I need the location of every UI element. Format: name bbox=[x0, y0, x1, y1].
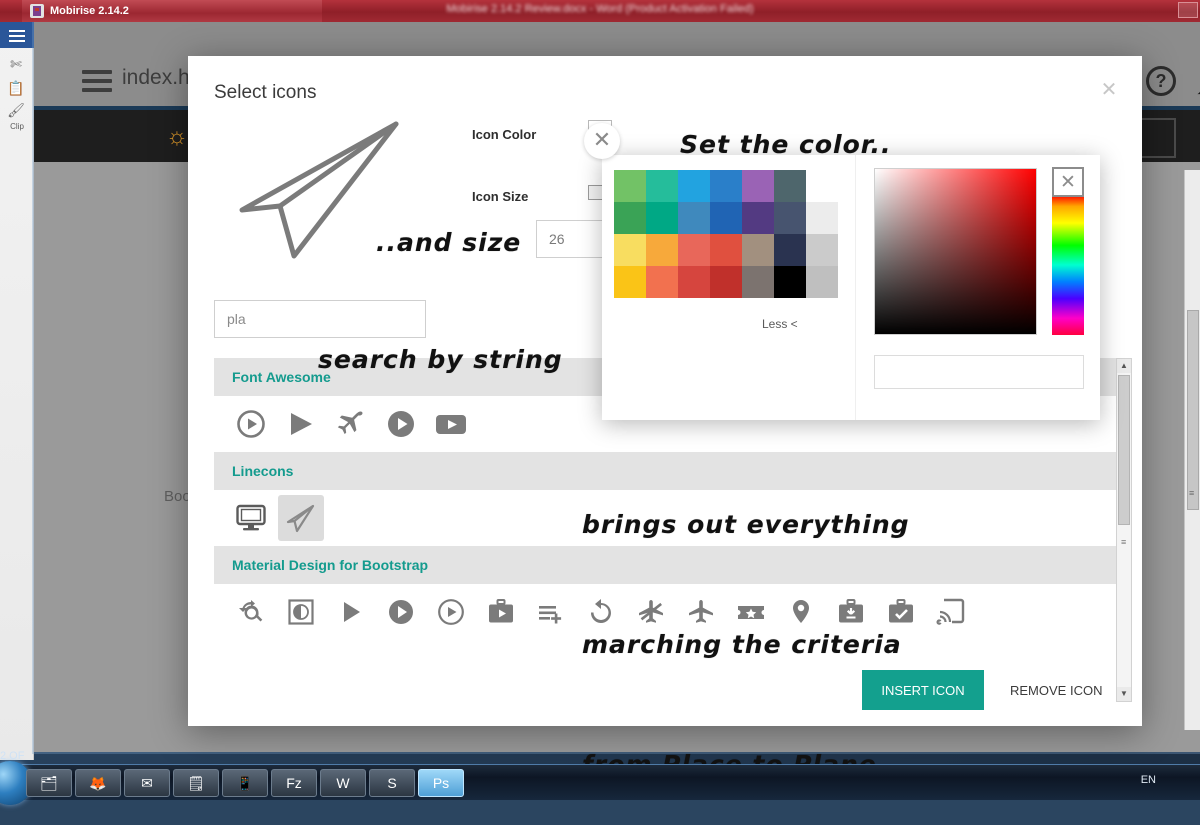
thunderbird-icon[interactable]: ✉ bbox=[124, 769, 170, 797]
palette-swatch-15[interactable] bbox=[646, 234, 678, 266]
play-icon[interactable] bbox=[278, 401, 324, 447]
palette-swatch-0[interactable] bbox=[614, 170, 646, 202]
palette-swatch-12[interactable] bbox=[774, 202, 806, 234]
annotation-line-1: brings out everything bbox=[582, 505, 910, 545]
notepad-icon[interactable]: 🗒 bbox=[173, 769, 219, 797]
app-titlebar: Mobirise 2.14.2 bbox=[22, 0, 322, 22]
results-scrollbar[interactable]: ▲ ≡ ▼ bbox=[1116, 358, 1132, 702]
office-sidebar-label: Clip bbox=[0, 122, 34, 131]
business-center-play-icon[interactable] bbox=[478, 589, 524, 635]
palette-swatch-3[interactable] bbox=[710, 170, 742, 202]
word-icon[interactable]: W bbox=[320, 769, 366, 797]
scrollbar-mark: ≡ bbox=[1189, 488, 1194, 498]
taskbar: 🗂🦊✉🗒📱FzWSPs EN bbox=[0, 764, 1200, 800]
palette-swatch-20[interactable] bbox=[806, 234, 838, 266]
palette-swatch-9[interactable] bbox=[678, 202, 710, 234]
palette-swatch-14[interactable] bbox=[614, 234, 646, 266]
mobirise-icon[interactable]: 📱 bbox=[222, 769, 268, 797]
palette-swatch-16[interactable] bbox=[678, 234, 710, 266]
filezilla-icon[interactable]: Fz bbox=[271, 769, 317, 797]
palette-swatch-21[interactable] bbox=[614, 266, 646, 298]
palette-swatch-26[interactable] bbox=[774, 266, 806, 298]
palette-swatch-6[interactable] bbox=[806, 170, 838, 202]
scroll-up-arrow-icon[interactable]: ▲ bbox=[1117, 359, 1131, 373]
display-icon[interactable] bbox=[228, 495, 274, 541]
icon-color-label: Icon Color bbox=[472, 127, 536, 142]
find-replace-icon[interactable] bbox=[228, 589, 274, 635]
playlist-add-icon[interactable] bbox=[528, 589, 574, 635]
window-close-button[interactable] bbox=[1178, 2, 1198, 18]
annotation-line-2: marching the criteria bbox=[582, 625, 910, 665]
scissors-icon[interactable]: ✄ bbox=[6, 56, 26, 76]
less-toggle-link[interactable]: Less < bbox=[762, 317, 798, 331]
mobirise-logo-icon bbox=[30, 4, 44, 18]
results-scrollbar-grip: ≡ bbox=[1121, 537, 1126, 547]
color-picker-panel: ✕ bbox=[855, 155, 1100, 420]
palette-swatch-23[interactable] bbox=[678, 266, 710, 298]
folder-icon[interactable]: 🗂 bbox=[26, 769, 72, 797]
help-icon[interactable]: ? bbox=[1146, 66, 1176, 96]
firefox-icon[interactable]: 🦊 bbox=[75, 769, 121, 797]
palette-swatch-11[interactable] bbox=[742, 202, 774, 234]
saturation-value-square[interactable] bbox=[874, 168, 1037, 335]
palette-swatch-19[interactable] bbox=[774, 234, 806, 266]
palette-swatch-13[interactable] bbox=[806, 202, 838, 234]
youtube-play-icon[interactable] bbox=[428, 401, 474, 447]
annotation-search-by-string: search by string bbox=[318, 345, 563, 374]
search-input[interactable] bbox=[214, 300, 426, 338]
brightness-medium-icon[interactable] bbox=[278, 589, 324, 635]
palette-swatch-25[interactable] bbox=[742, 266, 774, 298]
remove-icon-button[interactable]: REMOVE ICON bbox=[1004, 670, 1126, 710]
window-scrollbar[interactable]: ≡ bbox=[1184, 170, 1200, 730]
copy-icon[interactable]: 📋 bbox=[6, 80, 26, 100]
language-indicator[interactable]: EN bbox=[1141, 774, 1156, 786]
palette-swatch-24[interactable] bbox=[710, 266, 742, 298]
close-box-icon[interactable]: ✕ bbox=[1052, 167, 1084, 197]
results-scrollbar-thumb[interactable] bbox=[1118, 375, 1130, 525]
palette-swatch-8[interactable] bbox=[646, 202, 678, 234]
hamburger-menu-icon[interactable] bbox=[82, 70, 112, 92]
palette-swatch-22[interactable] bbox=[646, 266, 678, 298]
play-circle-filled-icon[interactable] bbox=[378, 589, 424, 635]
palette-swatch-10[interactable] bbox=[710, 202, 742, 234]
play-circle-icon[interactable] bbox=[378, 401, 424, 447]
icon-size-checkbox[interactable] bbox=[588, 185, 603, 200]
office-sidebar: ✄ 📋 🖌 Clip bbox=[0, 0, 34, 760]
format-painter-icon[interactable]: 🖌 bbox=[6, 102, 26, 122]
paste-menu-icon[interactable] bbox=[0, 22, 34, 48]
palette-swatch-17[interactable] bbox=[710, 234, 742, 266]
palette-swatch-4[interactable] bbox=[742, 170, 774, 202]
palette-swatch-27[interactable] bbox=[806, 266, 838, 298]
palette-swatch-5[interactable] bbox=[774, 170, 806, 202]
app-titlebar-text: Mobirise 2.14.2 bbox=[50, 5, 129, 17]
play-arrow-icon[interactable] bbox=[328, 589, 374, 635]
plane-icon[interactable] bbox=[328, 401, 374, 447]
palette-swatch-7[interactable] bbox=[614, 202, 646, 234]
annotation-set-color: Set the color.. bbox=[680, 130, 892, 159]
scrollbar-thumb[interactable] bbox=[1187, 310, 1199, 510]
color-picker-popover: ✕ Less < ✕ bbox=[602, 155, 1100, 420]
palette-swatch-18[interactable] bbox=[742, 234, 774, 266]
close-icon[interactable]: ✕ bbox=[1096, 78, 1122, 104]
hex-color-input[interactable] bbox=[874, 355, 1084, 389]
annotation-and-size: ..and size bbox=[376, 228, 521, 257]
palette-swatch-1[interactable] bbox=[646, 170, 678, 202]
skype-icon[interactable]: S bbox=[369, 769, 415, 797]
paper-plane-icon[interactable] bbox=[278, 495, 324, 541]
play-circle-o-icon[interactable] bbox=[228, 401, 274, 447]
icon-size-label: Icon Size bbox=[472, 189, 528, 204]
color-palette-grid[interactable] bbox=[614, 170, 838, 298]
cloud-upload-icon[interactable]: ☁ bbox=[1196, 70, 1200, 100]
hue-slider[interactable] bbox=[1052, 195, 1084, 335]
sun-icon: ☼ bbox=[164, 124, 190, 150]
screen-share-icon[interactable] bbox=[928, 589, 974, 635]
palette-swatch-2[interactable] bbox=[678, 170, 710, 202]
close-circle-icon[interactable]: ✕ bbox=[584, 123, 620, 159]
play-circle-outline-icon[interactable] bbox=[428, 589, 474, 635]
dialog-title: Select icons bbox=[214, 82, 316, 104]
office-status-text: 2 OF bbox=[0, 750, 24, 762]
photoshop-icon[interactable]: Ps bbox=[418, 769, 464, 797]
